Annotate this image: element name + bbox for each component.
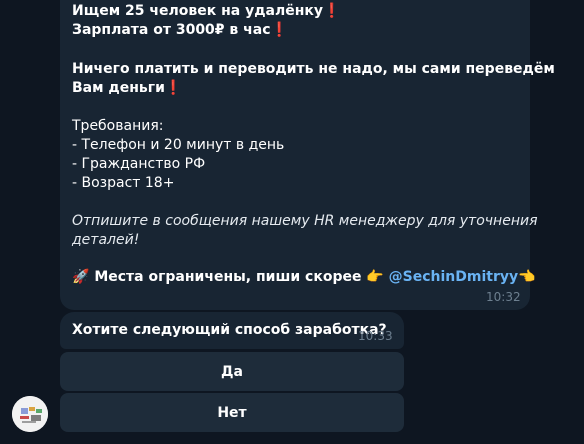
message-line: деталей! (72, 232, 140, 248)
message-line: Ничего платить и переводить не надо, мы … (72, 61, 555, 77)
requirement-item: - Телефон и 20 минут в день (72, 137, 285, 153)
message-line: 🚀 Места ограничены, пиши скорее 👉 @Sechi… (72, 269, 536, 285)
message-line: Зарплата от 3000₽ в час❗ (72, 22, 288, 38)
message-line: Отпишите в сообщения нашему HR менеджеру… (72, 213, 538, 229)
requirements-heading: Требования: (72, 118, 164, 134)
rocket-icon: 🚀 (72, 269, 90, 285)
exclamation-mark-icon: ❗ (270, 22, 288, 38)
exclamation-mark-icon: ❗ (164, 80, 183, 96)
requirement-item: - Гражданство РФ (72, 156, 206, 172)
username-link[interactable]: @SechinDmitryy (389, 269, 518, 285)
pointing-hand-icon: 👈 (518, 269, 536, 285)
message-line: Вам деньги❗ (72, 80, 183, 96)
avatar[interactable] (12, 396, 48, 432)
question-bubble: Хотите следующий способ заработка? 10:33 (60, 312, 404, 349)
question-timestamp: 10:33 (358, 329, 393, 343)
message-line: Ищем 25 человек на удалёнку❗ (72, 3, 341, 19)
pointing-hand-icon: 👉 (366, 269, 384, 285)
question-text: Хотите следующий способ заработка? (72, 322, 387, 338)
exclamation-mark-icon: ❗ (323, 3, 341, 19)
requirement-item: - Возраст 18+ (72, 175, 175, 191)
message-timestamp: 10:32 (486, 290, 521, 304)
message-bubble: Ищем 25 человек на удалёнку❗ Зарплата от… (60, 0, 555, 310)
no-button[interactable]: Нет (60, 393, 404, 432)
yes-button[interactable]: Да (60, 352, 404, 391)
